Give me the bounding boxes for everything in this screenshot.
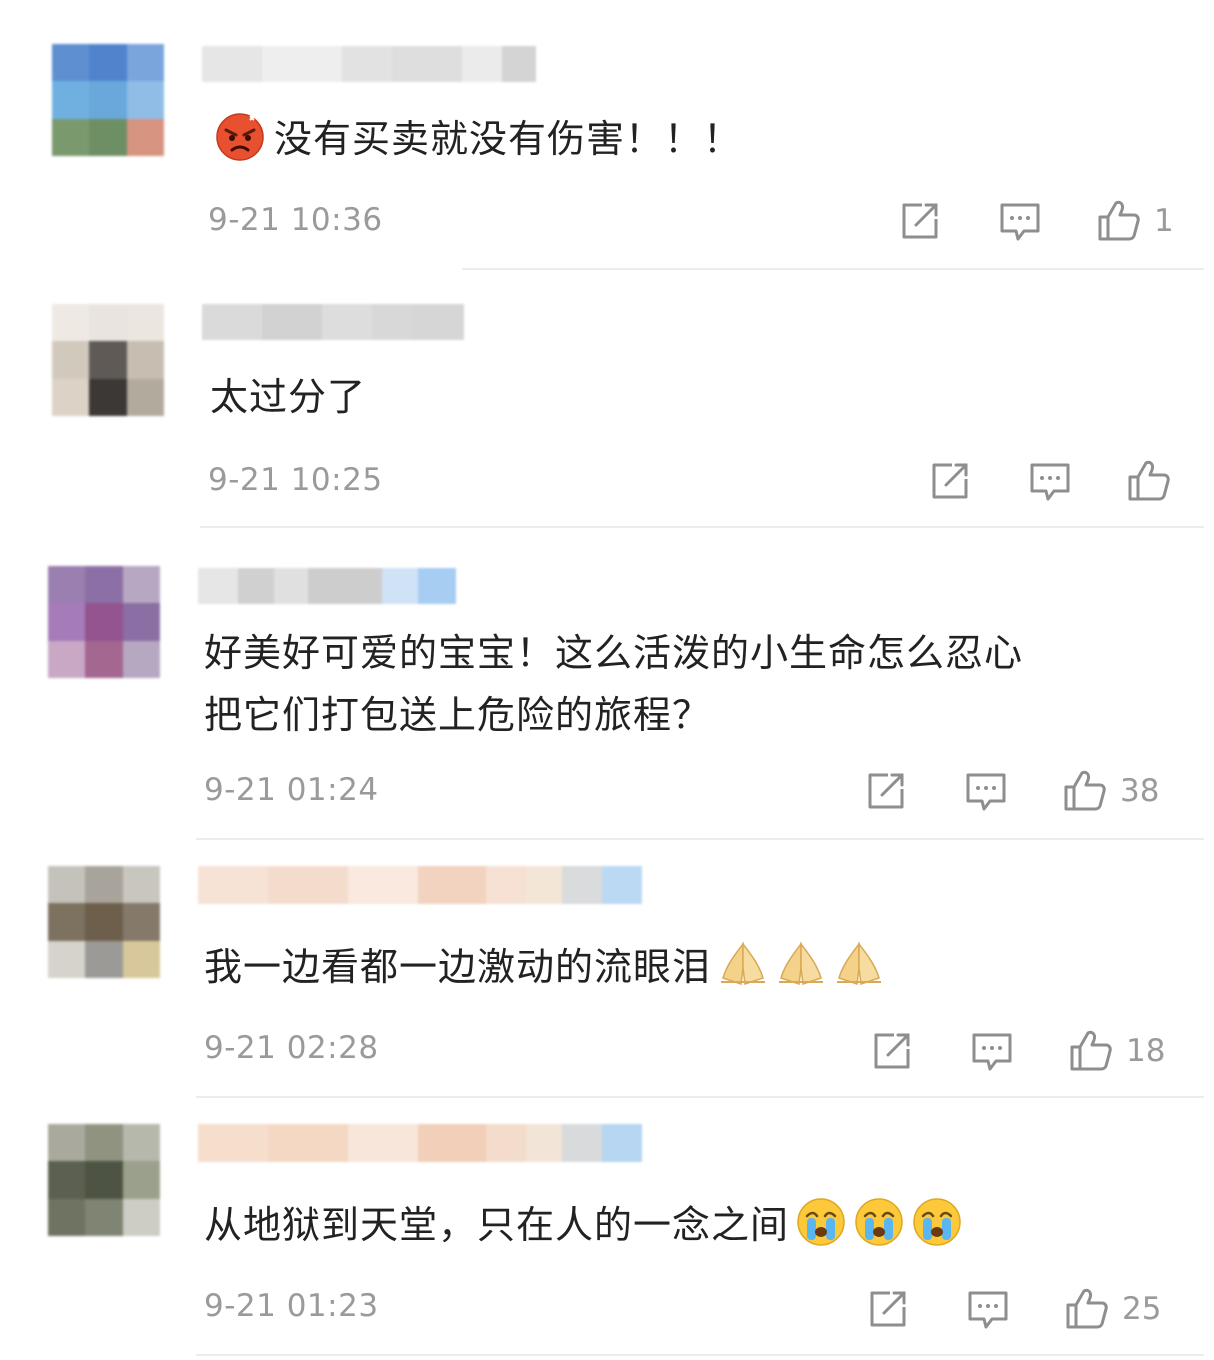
comment-timestamp: 9-21 10:25 [208,462,383,498]
avatar[interactable] [52,44,164,156]
username-blurred[interactable] [202,46,536,82]
divider [196,1354,1204,1356]
comment-text: 太过分了 [210,375,367,419]
comment-actions: 25 [866,1284,1161,1334]
comment-text-content: 没有买卖就没有伤害！！！ [274,117,743,161]
reply-button[interactable] [966,1287,1010,1331]
comment-item: 我一边看都一边激动的流眼泪 9-21 02:28 18 [0,840,1214,1098]
share-button[interactable] [864,769,908,813]
comment-timestamp: 9-21 10:36 [208,202,383,238]
praying-hands-emoji [833,938,885,990]
comment-timestamp: 9-21 02:28 [204,1030,379,1066]
reply-button[interactable] [1028,459,1072,503]
comment-text-content: 从地狱到天堂，只在人的一念之间 [204,1203,790,1247]
crying-face-emoji [911,1196,963,1248]
share-button[interactable] [866,1287,910,1331]
comment-timestamp: 9-21 01:24 [204,772,379,808]
comment-text: 好美好可爱的宝宝！这么活泼的小生命怎么忍心 把它们打包送上危险的旅程？ [204,622,1023,746]
share-icon [870,1029,914,1073]
like-count: 25 [1122,1291,1162,1327]
like-button[interactable]: 18 [1066,1027,1165,1075]
comment-text-line: 把它们打包送上危险的旅程？ [204,693,712,737]
thumbs-up-icon [1062,1285,1110,1333]
like-button[interactable] [1124,457,1194,505]
username-blurred[interactable] [198,568,456,604]
username-blurred[interactable] [198,1124,642,1162]
share-button[interactable] [898,199,942,243]
thumbs-up-icon [1060,767,1108,815]
comment-actions: 18 [870,1026,1165,1076]
comment-item: 没有买卖就没有伤害！！！ 9-21 10:36 1 [0,0,1214,272]
like-button[interactable]: 25 [1062,1285,1161,1333]
share-icon [866,1287,910,1331]
username-blurred[interactable] [202,304,464,340]
like-count: 38 [1120,773,1160,809]
comment-text: 我一边看都一边激动的流眼泪 [204,936,885,998]
comment-timestamp: 9-21 01:23 [204,1288,379,1324]
avatar[interactable] [48,866,160,978]
thumbs-up-icon [1124,457,1172,505]
share-button[interactable] [870,1029,914,1073]
comment-text: 从地狱到天堂，只在人的一念之间 [204,1194,963,1256]
comment-icon [964,769,1008,813]
crying-face-emoji [795,1196,847,1248]
avatar[interactable] [48,566,160,678]
praying-hands-emoji [775,938,827,990]
like-button[interactable]: 38 [1060,767,1159,815]
comment-item: 从地狱到天堂，只在人的一念之间 9-21 01:23 25 [0,1098,1214,1360]
divider [200,526,1204,528]
comment-icon [998,199,1042,243]
comment-text: 没有买卖就没有伤害！！！ [214,108,742,170]
share-icon [898,199,942,243]
comment-item: 太过分了 9-21 10:25 [0,272,1214,530]
username-blurred[interactable] [198,866,642,904]
praying-hands-emoji [717,938,769,990]
comment-text-line: 好美好可爱的宝宝！这么活泼的小生命怎么忍心 [204,631,1024,675]
reply-button[interactable] [998,199,1042,243]
angry-face-emoji [214,110,266,162]
comment-icon [966,1287,1010,1331]
comment-icon [1028,459,1072,503]
comment-actions: 1 [898,196,1174,246]
like-button[interactable]: 1 [1094,197,1174,245]
share-icon [928,459,972,503]
like-count: 18 [1126,1033,1166,1069]
comment-text-content: 我一边看都一边激动的流眼泪 [204,945,712,989]
thumbs-up-icon [1066,1027,1114,1075]
reply-button[interactable] [964,769,1008,813]
reply-button[interactable] [970,1029,1014,1073]
comment-icon [970,1029,1014,1073]
divider [462,268,1204,270]
avatar[interactable] [48,1124,160,1236]
avatar[interactable] [52,304,164,416]
share-icon [864,769,908,813]
crying-face-emoji [853,1196,905,1248]
comment-item: 好美好可爱的宝宝！这么活泼的小生命怎么忍心 把它们打包送上危险的旅程？ 9-21… [0,530,1214,840]
thumbs-up-icon [1094,197,1142,245]
comment-actions: 38 [864,766,1159,816]
comment-actions [928,456,1194,506]
share-button[interactable] [928,459,972,503]
like-count: 1 [1154,203,1174,239]
